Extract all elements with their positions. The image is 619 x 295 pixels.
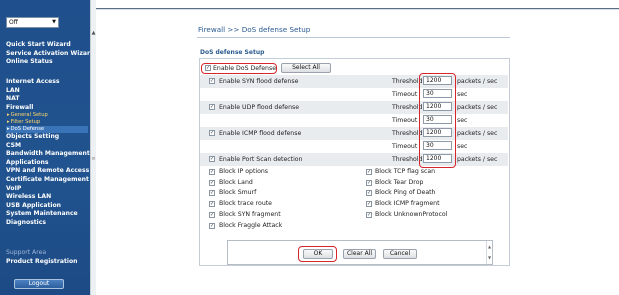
sidebar-item-applications[interactable]: Applications: [6, 159, 90, 168]
mode-select[interactable]: Off ▼: [6, 17, 59, 28]
threshold-unit: packets / sec: [457, 78, 498, 85]
enable-udp-flood-defense-timeout-row: Timeout 30 sec: [200, 114, 508, 127]
timeout-label: Timeout: [392, 142, 418, 150]
block-icmp-fragment-checkbox[interactable]: ✓: [366, 201, 372, 208]
sidebar-group-support: Support Area Product Registration: [6, 249, 77, 266]
sidebar-item-quick-start-wizard[interactable]: Quick Start Wizard: [6, 41, 94, 50]
sidebar-item-firewall[interactable]: Firewall: [6, 104, 90, 113]
logout-button[interactable]: Logout: [14, 279, 64, 289]
port-scan-checkbox[interactable]: ✓: [209, 156, 215, 162]
threshold-label: Threshold: [392, 104, 423, 111]
enable-icmp-flood-defense-row: ✓ Enable ICMP flood defense Threshold 1200 p…: [200, 127, 508, 140]
top-divider-shadow: [96, 9, 619, 10]
port-scan-row: ✓ Enable Port Scan detection Threshold 1200…: [200, 153, 508, 166]
scroll-grip-icon[interactable]: ≡: [91, 156, 96, 162]
mode-select-value: Off: [9, 19, 18, 26]
enable-syn-flood-defense-timeout-row: Timeout 30 sec: [200, 88, 508, 101]
block-ping-of-death-label: Block Ping of Death: [375, 189, 436, 197]
sidebar-scrollbar[interactable]: ▲ ≡: [90, 0, 96, 295]
block-unknownprotocol-checkbox[interactable]: ✓: [366, 211, 372, 218]
timeout-unit: sec: [457, 142, 468, 150]
sidebar-item-general-setup[interactable]: General Setup: [6, 112, 90, 119]
sidebar-item-online-status[interactable]: Online Status: [6, 58, 94, 67]
enable-syn-flood-defense-row: ✓ Enable SYN flood defense Threshold 1200 pa…: [200, 75, 508, 88]
block-fraggle-attack-label: Block Fraggle Attack: [219, 221, 283, 229]
sidebar-item-lan[interactable]: LAN: [6, 87, 90, 96]
block-tcp-flag-scan-label: Block TCP flag scan: [375, 168, 436, 175]
title-divider: [197, 37, 510, 38]
sidebar-item-filter-setup[interactable]: Filter Setup: [6, 119, 90, 126]
timeout-unit: sec: [457, 116, 468, 124]
threshold-unit: packets / sec: [457, 104, 498, 111]
sidebar-item-service-activation-wizard[interactable]: Service Activation Wizard: [6, 50, 94, 59]
sidebar-item-nat[interactable]: NAT: [6, 95, 90, 104]
block-ip-options-label: Block IP options: [219, 168, 269, 175]
threshold-label: Threshold: [392, 78, 423, 85]
threshold-label: Threshold: [392, 130, 423, 137]
scroll-down-icon[interactable]: ▼: [487, 252, 492, 263]
sidebar-item-internet-access[interactable]: Internet Access: [6, 78, 90, 87]
block-tcp-flag-scan-checkbox[interactable]: ✓: [366, 169, 372, 175]
enable-syn-flood-defense-label: Enable SYN flood defense: [219, 78, 299, 85]
block-ping-of-death-checkbox[interactable]: ✓: [366, 190, 372, 197]
block-tear-drop-label: Block Tear Drop: [375, 178, 424, 186]
sidebar-item-csm[interactable]: CSM: [6, 142, 90, 151]
block-land-checkbox[interactable]: ✓: [209, 179, 215, 186]
threshold-label: Threshold: [392, 156, 423, 163]
sidebar-item-dos-defense[interactable]: DoS Defense: [6, 126, 88, 134]
chevron-down-icon: ▼: [52, 19, 56, 25]
block-syn-fragment-label: Block SYN fragment: [219, 210, 281, 218]
sidebar-item-usb-application[interactable]: USB Application: [6, 202, 90, 211]
enable-udp-flood-defense-label: Enable UDP flood defense: [219, 104, 300, 111]
ok-highlight: [298, 246, 337, 262]
block-trace-route-checkbox[interactable]: ✓: [209, 201, 215, 208]
enable-udp-flood-defense-checkbox[interactable]: ✓: [209, 104, 215, 110]
timeout-label: Timeout: [392, 90, 418, 98]
block-land-label: Block Land: [219, 178, 253, 186]
sidebar-item-product-registration[interactable]: Product Registration: [6, 258, 77, 267]
sidebar-item-support-area[interactable]: Support Area: [6, 249, 77, 258]
section-title: DoS defense Setup: [200, 49, 265, 56]
block-icmp-fragment-label: Block ICMP fragment: [375, 200, 440, 208]
enable-syn-flood-defense-checkbox[interactable]: ✓: [209, 78, 215, 84]
timeout-label: Timeout: [392, 116, 418, 124]
block-fraggle-attack-checkbox[interactable]: ✓: [209, 222, 215, 229]
sidebar: Off ▼ Quick Start Wizard Service Activat…: [0, 0, 94, 295]
timeout-unit: sec: [457, 90, 468, 98]
sidebar-item-objects-setting[interactable]: Objects Setting: [6, 133, 90, 142]
port-scan-label: Enable Port Scan detection: [219, 156, 303, 163]
block-tear-drop-checkbox[interactable]: ✓: [366, 179, 372, 186]
block-smurf-checkbox[interactable]: ✓: [209, 190, 215, 197]
scroll-up-icon[interactable]: ▲: [487, 241, 492, 252]
block-ip-options-checkbox[interactable]: ✓: [209, 169, 215, 175]
enable-dos-highlight: [201, 63, 277, 74]
select-all-button[interactable]: Select All: [281, 63, 331, 73]
sidebar-group-menu: Internet AccessLANNATFirewallGeneral Set…: [6, 78, 90, 228]
sidebar-item-vpn-and-remote-access[interactable]: VPN and Remote Access: [6, 167, 90, 176]
clear-all-button[interactable]: Clear All: [343, 249, 376, 259]
threshold-unit: packets / sec: [457, 156, 498, 163]
block-trace-route-label: Block trace route: [219, 200, 272, 208]
threshold-highlight: [419, 73, 456, 168]
sidebar-item-certificate-management[interactable]: Certificate Management: [6, 176, 90, 185]
sidebar-item-system-maintenance[interactable]: System Maintenance: [6, 210, 90, 219]
enable-icmp-flood-defense-timeout-row: Timeout 30 sec: [200, 140, 508, 153]
block-smurf-label: Block Smurf: [219, 189, 257, 197]
enable-udp-flood-defense-row: ✓ Enable UDP flood defense Threshold 1200 pa…: [200, 101, 508, 114]
sidebar-group-wizards: Quick Start Wizard Service Activation Wi…: [6, 41, 94, 67]
block-syn-fragment-checkbox[interactable]: ✓: [209, 211, 215, 218]
cancel-button[interactable]: Cancel: [383, 249, 417, 259]
sidebar-item-bandwidth-management[interactable]: Bandwidth Management: [6, 150, 90, 159]
sidebar-item-wireless-lan[interactable]: Wireless LAN: [6, 193, 90, 202]
sidebar-item-voip[interactable]: VoIP: [6, 185, 90, 194]
block-unknownprotocol-label: Block UnknownProtocol: [375, 210, 448, 218]
enable-icmp-flood-defense-checkbox[interactable]: ✓: [209, 130, 215, 136]
enable-icmp-flood-defense-label: Enable ICMP flood defense: [219, 130, 302, 137]
page-title: Firewall >> DoS defense Setup: [198, 25, 311, 34]
textarea-scrollbar[interactable]: ▲ ▼: [486, 241, 492, 264]
threshold-unit: packets / sec: [457, 130, 498, 137]
scroll-up-icon[interactable]: ▲: [91, 30, 96, 36]
sidebar-item-diagnostics[interactable]: Diagnostics: [6, 219, 90, 228]
